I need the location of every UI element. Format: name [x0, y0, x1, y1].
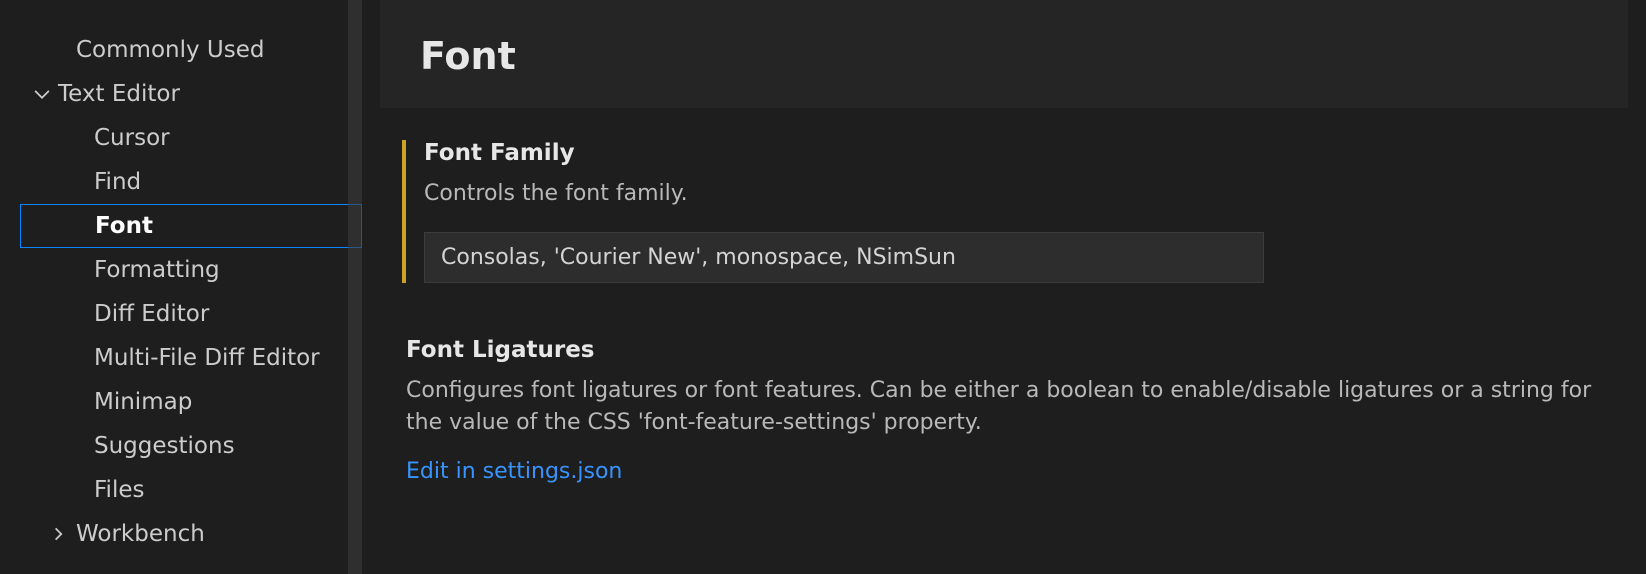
toc-label: Multi-File Diff Editor	[94, 345, 320, 371]
toc-minimap[interactable]: Minimap	[0, 380, 362, 424]
sidebar-scrollbar[interactable]	[348, 0, 362, 574]
settings-toc: Commonly Used Text Editor Cursor Find Fo…	[0, 0, 362, 574]
toc-cursor[interactable]: Cursor	[0, 116, 362, 160]
section-header: Font	[380, 0, 1628, 108]
toc-label: Diff Editor	[94, 301, 209, 327]
toc-label: Files	[94, 477, 144, 503]
toc-label: Minimap	[94, 389, 192, 415]
edit-in-settings-json-link[interactable]: Edit in settings.json	[406, 459, 622, 484]
font-family-input[interactable]	[424, 232, 1264, 283]
toc-commonly-used[interactable]: Commonly Used	[0, 28, 362, 72]
toc-label: Commonly Used	[76, 37, 264, 63]
setting-font-ligatures: Font Ligatures Configures font ligatures…	[406, 337, 1598, 484]
toc-label: Text Editor	[58, 81, 180, 107]
toc-label: Find	[94, 169, 141, 195]
chevron-down-icon	[2, 84, 58, 104]
toc-label: Suggestions	[94, 433, 235, 459]
toc-font[interactable]: Font	[20, 204, 362, 248]
toc-text-editor[interactable]: Text Editor	[0, 72, 362, 116]
chevron-right-icon	[20, 524, 76, 544]
section-title: Font	[420, 34, 1588, 78]
toc-diff-editor[interactable]: Diff Editor	[0, 292, 362, 336]
setting-title: Font Family	[424, 140, 1598, 166]
toc-label: Cursor	[94, 125, 170, 151]
toc-label: Formatting	[94, 257, 220, 283]
toc-workbench[interactable]: Workbench	[0, 512, 362, 556]
toc-label: Workbench	[76, 521, 205, 547]
setting-description: Configures font ligatures or font featur…	[406, 375, 1598, 439]
setting-description: Controls the font family.	[424, 178, 1598, 210]
toc-find[interactable]: Find	[0, 160, 362, 204]
toc-formatting[interactable]: Formatting	[0, 248, 362, 292]
toc-files[interactable]: Files	[0, 468, 362, 512]
setting-font-family: Font Family Controls the font family.	[402, 140, 1598, 283]
toc-suggestions[interactable]: Suggestions	[0, 424, 362, 468]
setting-title: Font Ligatures	[406, 337, 1598, 363]
toc-multi-file-diff-editor[interactable]: Multi-File Diff Editor	[0, 336, 362, 380]
toc-label: Font	[95, 213, 153, 239]
settings-content: Font Font Family Controls the font famil…	[362, 0, 1646, 574]
